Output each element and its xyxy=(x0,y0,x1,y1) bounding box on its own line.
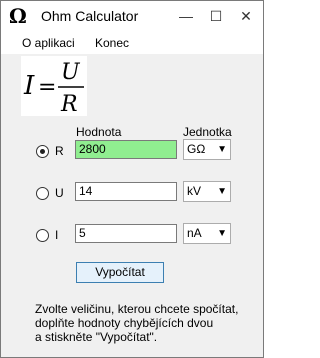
value-column-label: Hodnota xyxy=(76,125,122,139)
omega-app-icon: Ω xyxy=(9,4,27,28)
chevron-down-icon: ▼ xyxy=(217,228,227,239)
chevron-down-icon: ▼ xyxy=(217,144,227,155)
resistance-unit-value: GΩ xyxy=(187,142,206,156)
formula-numerator: U xyxy=(61,60,81,85)
title-bar: Ω Ohm Calculator — ☐ ✕ xyxy=(1,1,263,32)
unit-column-label: Jednotka xyxy=(183,125,232,139)
minimize-button[interactable]: — xyxy=(171,1,201,31)
calculate-button[interactable]: Vypočítat xyxy=(76,262,164,283)
radio-u-button[interactable] xyxy=(36,187,49,200)
radio-i-button[interactable] xyxy=(36,229,49,242)
resistance-unit-select[interactable]: GΩ ▼ xyxy=(183,139,231,160)
current-unit-select[interactable]: nA ▼ xyxy=(183,223,231,244)
radio-i-label: I xyxy=(55,228,59,242)
current-unit-value: nA xyxy=(187,226,202,240)
app-window: Ω Ohm Calculator — ☐ ✕ O aplikaci Konec … xyxy=(0,0,264,358)
window-title: Ohm Calculator xyxy=(41,8,139,24)
instructions-line-1: Zvolte veličinu, kterou chcete spočítat, xyxy=(35,302,239,316)
instructions-line-2: doplňte hodnoty chybějících dvou xyxy=(35,316,214,330)
menu-item-exit[interactable]: Konec xyxy=(95,36,129,50)
instructions-text: Zvolte veličinu, kterou chcete spočítat,… xyxy=(35,302,255,344)
maximize-button[interactable]: ☐ xyxy=(201,1,231,31)
menu-bar: O aplikaci Konec xyxy=(1,32,263,54)
formula-equals: = xyxy=(38,75,56,100)
formula-lhs: I xyxy=(23,71,35,101)
chevron-down-icon: ▼ xyxy=(217,186,227,197)
current-input[interactable]: 5 xyxy=(75,224,177,243)
instructions-line-3: a stiskněte "Vypočítat". xyxy=(35,330,158,344)
radio-r-button[interactable] xyxy=(36,145,49,158)
menu-item-about[interactable]: O aplikaci xyxy=(22,36,75,50)
resistance-input[interactable]: 2800 xyxy=(75,140,177,159)
close-button[interactable]: ✕ xyxy=(231,1,261,31)
voltage-unit-select[interactable]: kV ▼ xyxy=(183,181,231,202)
ohm-formula: I = U R xyxy=(21,56,87,116)
radio-u-label: U xyxy=(55,186,64,200)
formula-denominator: R xyxy=(60,92,78,116)
voltage-input[interactable]: 14 xyxy=(75,182,177,201)
voltage-unit-value: kV xyxy=(187,184,202,198)
radio-r-label: R xyxy=(55,144,64,158)
